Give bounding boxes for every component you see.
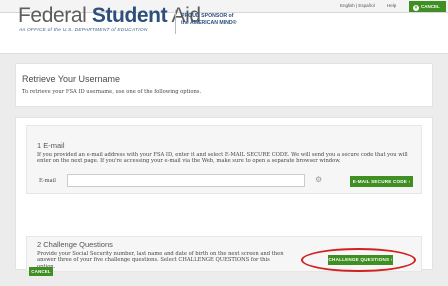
intro-card — [15, 63, 433, 107]
email-field[interactable] — [67, 174, 305, 187]
email-section-text: If you provided an e-mail address with y… — [37, 152, 408, 165]
logo-text-student: Student — [91, 4, 168, 27]
help-link[interactable]: Help — [387, 3, 396, 8]
sponsor-line-1: PROUD SPONSOR of — [181, 13, 234, 19]
cancel-top-label: CANCEL — [421, 4, 440, 9]
sponsor-line-2: the AMERICAN MIND® — [181, 20, 237, 26]
close-icon: × — [413, 5, 419, 11]
email-secure-code-button[interactable]: E-MAIL SECURE CODE › — [350, 176, 413, 187]
email-section-heading: 1 E-mail — [37, 141, 65, 150]
cancel-bottom-button[interactable]: CANCEL — [29, 267, 53, 276]
sponsor-tagline: PROUD SPONSOR of the AMERICAN MIND® — [181, 13, 281, 27]
email-field-label: E-mail — [39, 178, 56, 184]
language-toggle-link[interactable]: English | Español — [340, 3, 375, 8]
help-gear-icon[interactable]: ⚙ — [315, 176, 323, 184]
logo-subtitle: An OFFICE of the U.S. DEPARTMENT of EDUC… — [19, 28, 148, 33]
logo-text-federal: Federal — [18, 4, 87, 27]
challenge-section-text: Provide your Social Security number, las… — [37, 251, 284, 270]
page-intro: To retrieve your FSA ID username, use on… — [22, 89, 202, 95]
highlight-annotation-ellipse — [301, 248, 416, 272]
challenge-section-heading: 2 Challenge Questions — [37, 240, 113, 249]
cancel-top-button[interactable]: × CANCEL — [409, 1, 446, 12]
header-divider — [175, 10, 176, 34]
fsa-logo[interactable]: Federal Student Aid — [18, 4, 201, 28]
page-title: Retrieve Your Username — [22, 74, 121, 84]
